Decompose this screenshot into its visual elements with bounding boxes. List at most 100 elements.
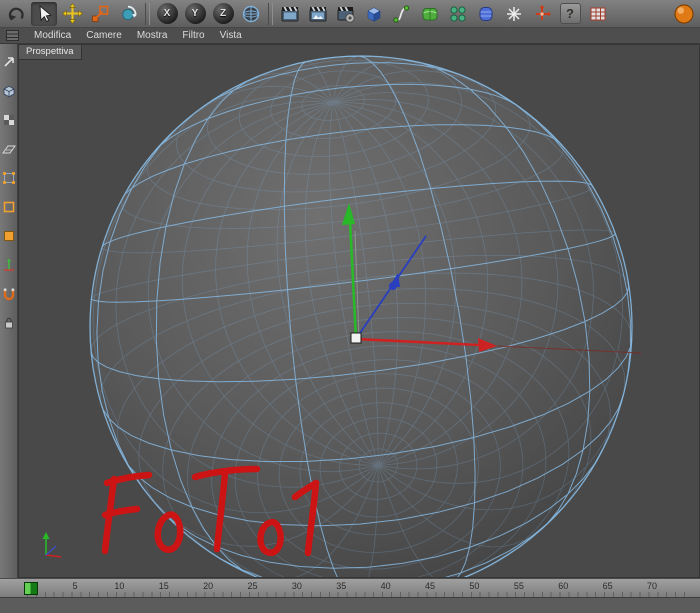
viewport-canvas[interactable] <box>19 45 700 578</box>
rotate-icon <box>122 5 137 20</box>
render-view-icon <box>281 6 299 21</box>
array-icon <box>450 5 466 22</box>
table-view-button[interactable] <box>585 2 611 26</box>
left-tool-palette <box>0 44 18 578</box>
lock-z-button[interactable]: Z <box>210 2 236 26</box>
help-button[interactable]: ? <box>557 2 583 26</box>
timeline-tick-65: 65 <box>602 581 613 591</box>
help-label: ? <box>566 6 574 21</box>
timeline-tick-30: 30 <box>291 581 302 591</box>
toolbar-separator <box>268 2 273 25</box>
points-mode-button[interactable] <box>1 170 16 185</box>
texture-mode-button[interactable] <box>1 112 16 127</box>
perspective-viewport[interactable]: Prospettiva <box>18 44 700 578</box>
scale-icon <box>92 5 109 22</box>
axis-mode-icon <box>3 258 14 271</box>
coordinate-globe-icon <box>242 5 260 22</box>
material-sphere-button[interactable] <box>671 2 697 26</box>
move-tool-button[interactable] <box>59 2 85 26</box>
axis-cross-icon <box>536 4 551 20</box>
viewport-menu-bar: Modifica Camere Mostra Filtro Vista <box>0 28 700 44</box>
coordinate-system-button[interactable] <box>238 2 264 26</box>
timeline-tick-35: 35 <box>336 581 347 591</box>
deformer-button[interactable] <box>473 2 499 26</box>
subdivision-surface-button[interactable] <box>417 2 443 26</box>
workplane-button[interactable] <box>1 141 16 156</box>
array-button[interactable] <box>445 2 471 26</box>
timeline-tick-70: 70 <box>646 581 657 591</box>
model-cube-icon <box>3 85 14 97</box>
lock-x-label: X <box>163 8 171 19</box>
polygons-mode-icon <box>3 230 14 241</box>
particles-icon <box>507 6 521 21</box>
spline-icon <box>393 4 410 23</box>
timeline-tick-10: 10 <box>114 581 125 591</box>
menu-modifica[interactable]: Modifica <box>34 28 71 44</box>
timeline-tick-45: 45 <box>425 581 436 591</box>
snap-button[interactable] <box>1 286 16 301</box>
undo-icon <box>8 7 24 21</box>
lock-y-label: Y <box>191 8 199 19</box>
render-scene-icon <box>309 6 327 21</box>
timeline-tick-55: 55 <box>513 581 524 591</box>
subdivision-icon <box>422 7 438 20</box>
cursor-icon <box>39 4 52 22</box>
toolbar-separator <box>145 2 150 25</box>
particles-button[interactable] <box>501 2 527 26</box>
lock-icon <box>4 317 13 328</box>
z-axis-handle-dot[interactable] <box>389 282 397 290</box>
top-toolbar: X Y Z ? <box>0 0 700 28</box>
origin-handle[interactable] <box>350 332 362 344</box>
points-mode-icon <box>2 171 15 184</box>
make-editable-button[interactable] <box>1 54 16 69</box>
material-sphere-icon <box>674 3 694 24</box>
timeline-tick-60: 60 <box>558 581 569 591</box>
sphere-object <box>89 55 633 577</box>
edges-mode-icon <box>3 201 14 212</box>
polygons-mode-button[interactable] <box>1 228 16 243</box>
menu-mostra[interactable]: Mostra <box>137 28 168 44</box>
timeline-tick-50: 50 <box>469 581 480 591</box>
world-axis-button[interactable] <box>529 2 555 26</box>
undo-button[interactable] <box>3 2 29 26</box>
make-editable-icon <box>3 56 14 67</box>
lock-y-button[interactable]: Y <box>182 2 208 26</box>
add-cube-button[interactable] <box>361 2 387 26</box>
spline-pen-button[interactable] <box>389 2 415 26</box>
lock-workplane-button[interactable] <box>1 315 16 330</box>
render-view-button[interactable] <box>277 2 303 26</box>
scale-tool-button[interactable] <box>87 2 113 26</box>
viewport-menu-icon[interactable] <box>6 30 19 41</box>
viewport-tab[interactable]: Prospettiva <box>19 45 82 60</box>
render-settings-button[interactable] <box>333 2 359 26</box>
timeline-ruler[interactable]: 5 10 15 20 25 30 35 40 45 50 55 60 65 70 <box>0 578 700 597</box>
timeline-track-bar[interactable] <box>0 597 700 613</box>
lock-z-label: Z <box>219 8 227 19</box>
model-mode-button[interactable] <box>1 83 16 98</box>
world-axis-indicator <box>42 532 62 558</box>
magnet-icon <box>3 288 14 300</box>
menu-vista[interactable]: Vista <box>220 28 242 44</box>
move-icon <box>61 3 83 24</box>
render-active-view-button[interactable] <box>305 2 331 26</box>
texture-checker-icon <box>3 114 14 125</box>
menu-camere[interactable]: Camere <box>86 28 122 44</box>
current-frame-marker[interactable] <box>24 582 38 595</box>
live-selection-button[interactable] <box>31 1 57 26</box>
deformer-icon <box>479 6 493 21</box>
axis-mode-button[interactable] <box>1 257 16 272</box>
timeline-tick-5: 5 <box>72 581 78 591</box>
timeline-tick-25: 25 <box>247 581 258 591</box>
workplane-icon <box>1 145 16 153</box>
rotate-tool-button[interactable] <box>115 2 141 26</box>
render-settings-icon <box>337 6 355 23</box>
timeline-tick-20: 20 <box>203 581 214 591</box>
menu-filtro[interactable]: Filtro <box>182 28 204 44</box>
cube-icon <box>367 6 381 22</box>
table-icon <box>590 7 606 20</box>
viewport-tab-label: Prospettiva <box>26 46 74 57</box>
lock-x-button[interactable]: X <box>154 2 180 26</box>
timeline-tick-15: 15 <box>158 581 169 591</box>
edges-mode-button[interactable] <box>1 199 16 214</box>
timeline-tick-40: 40 <box>380 581 391 591</box>
